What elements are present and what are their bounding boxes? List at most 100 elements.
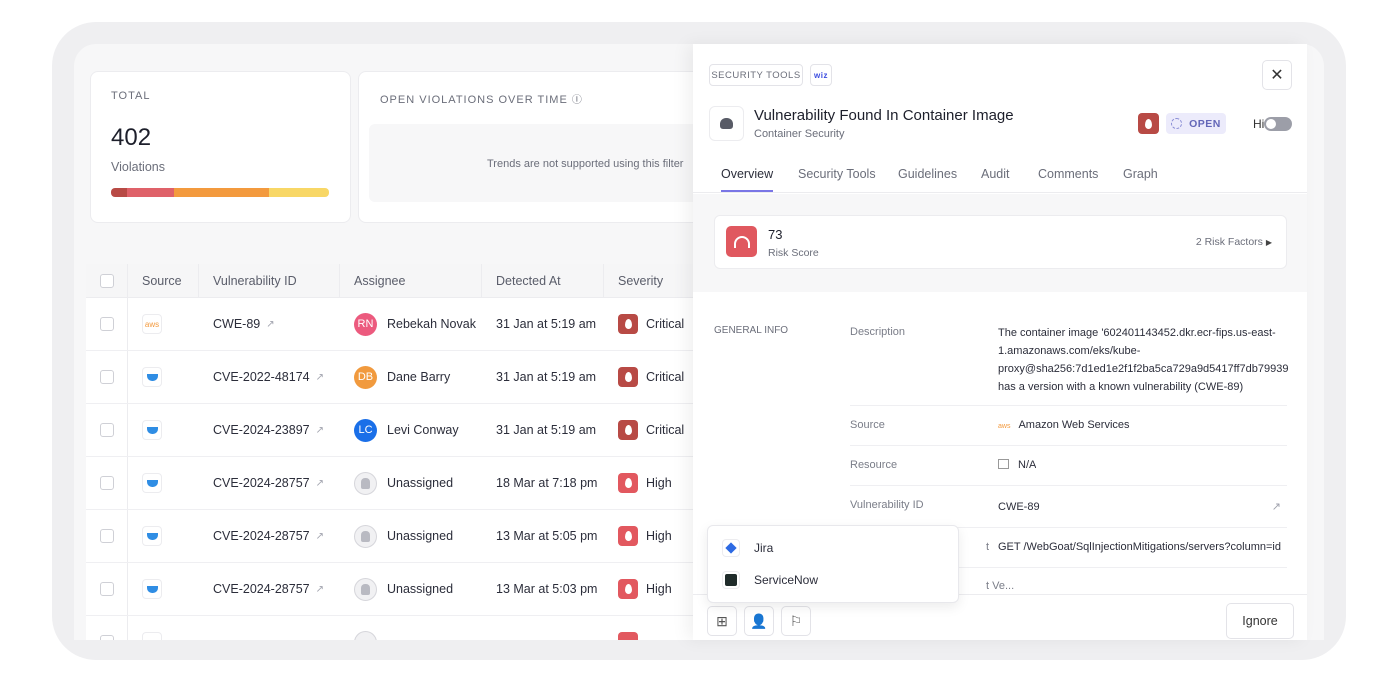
panel-title: Vulnerability Found In Container Image [754, 107, 1014, 124]
container-icon [709, 106, 744, 141]
resource-label: Resource [850, 459, 898, 471]
menu-item-servicenow[interactable]: ServiceNow [722, 571, 818, 589]
table-row[interactable]: CVE-2022-48174 ↗ DB Dane Barry 31 Jan at 5… [86, 351, 706, 404]
assign-user-button[interactable]: 👤 [744, 606, 774, 636]
vulnerability-id-cell[interactable]: CVE-2024-28757 ↗ [199, 529, 340, 543]
external-link-icon[interactable]: ↗ [316, 425, 324, 436]
row-select[interactable] [86, 351, 128, 403]
tab-overview[interactable]: Overview [721, 167, 774, 192]
tab-graph[interactable]: Graph [1123, 167, 1158, 181]
table-row-partial [86, 616, 706, 640]
assignee-name: Unassigned [387, 529, 454, 543]
row-select[interactable] [86, 404, 128, 456]
col-severity[interactable]: Severity [604, 264, 704, 297]
row-checkbox[interactable] [99, 635, 114, 640]
status-badge[interactable]: OPEN [1166, 113, 1226, 134]
vulnerability-id[interactable]: CVE-2022-48174 [213, 370, 310, 384]
create-ticket-button[interactable]: ⊞ [707, 606, 737, 636]
ignore-button[interactable]: Ignore [1226, 603, 1294, 639]
assignee-cell[interactable]: Unassigned [340, 471, 482, 495]
col-source[interactable]: Source [128, 264, 199, 297]
table-row[interactable]: CVE-2024-23897 ↗ LC Levi Conway 31 Jan at … [86, 404, 706, 457]
severity-cell: Critical [604, 314, 704, 334]
hide-toggle[interactable] [1264, 117, 1292, 131]
vulnerability-id-cell[interactable]: CVE-2022-48174 ↗ [199, 370, 340, 384]
col-vulnerability-id[interactable]: Vulnerability ID [199, 264, 340, 297]
source-cell: aws [128, 314, 199, 334]
tab-audit[interactable]: Audit [981, 167, 1010, 181]
external-link-icon[interactable]: ↗ [1272, 500, 1281, 513]
vulnerability-id-cell[interactable]: CVE-2024-28757 ↗ [199, 582, 340, 596]
row-checkbox[interactable] [99, 370, 114, 384]
vulnerability-id-cell[interactable]: CVE-2024-23897 ↗ [199, 423, 340, 437]
table-row[interactable]: CVE-2024-28757 ↗ Unassigned 18 Mar at 7:1… [86, 457, 706, 510]
status-text: OPEN [1189, 117, 1221, 130]
vulnerability-id-cell[interactable]: CVE-2024-28757 ↗ [199, 476, 340, 490]
row-checkbox[interactable] [99, 529, 114, 543]
assignee-cell[interactable]: Unassigned [340, 577, 482, 601]
severity-icon [618, 420, 638, 440]
risk-card[interactable]: 73 Risk Score 2 Risk Factors ▶ [714, 215, 1287, 269]
caret-right-icon: ▶ [1265, 238, 1272, 247]
table-row[interactable]: CVE-2024-28757 ↗ Unassigned 13 Mar at 5:0… [86, 563, 706, 616]
field-resource: Resource N/A [850, 446, 1287, 486]
ignore-label: Ignore [1242, 614, 1278, 628]
col-detected-at[interactable]: Detected At [482, 264, 604, 297]
wiz-logo-chip[interactable]: wiz [810, 64, 832, 86]
risk-factors-link[interactable]: 2 Risk Factors ▶ [1196, 236, 1272, 248]
col-assignee[interactable]: Assignee [340, 264, 482, 297]
row-checkbox[interactable] [99, 423, 114, 437]
row-select[interactable] [86, 616, 128, 640]
vulnerability-id-label: Vulnerability ID [850, 499, 924, 511]
row-checkbox[interactable] [99, 582, 114, 596]
vulnerability-id[interactable]: CVE-2024-28757 [213, 529, 310, 543]
unassigned-avatar-icon [354, 471, 377, 495]
select-all-checkbox[interactable] [99, 273, 114, 288]
row-checkbox[interactable] [99, 476, 114, 490]
vulnerability-id[interactable]: CVE-2024-23897 [213, 423, 310, 437]
detected-at-cell: 31 Jan at 5:19 am [496, 423, 597, 437]
tab-guidelines[interactable]: Guidelines [898, 167, 957, 181]
docker-icon [146, 532, 158, 540]
source-icon [142, 579, 162, 599]
row-select[interactable] [86, 563, 128, 615]
trends-empty-message: Trends are not supported using this filt… [487, 158, 684, 170]
description-line: The container image '602401143452.dkr.ec… [998, 327, 1276, 339]
info-icon[interactable]: ⓘ [572, 95, 583, 106]
table-row[interactable]: CVE-2024-28757 ↗ Unassigned 13 Mar at 5:0… [86, 510, 706, 563]
assignee-name: Rebekah Novak [387, 317, 476, 331]
vulnerability-id-cell[interactable]: CWE-89 ↗ [199, 317, 340, 331]
source-icon [142, 420, 162, 440]
menu-item-jira[interactable]: Jira [722, 539, 773, 557]
close-button[interactable]: ✕ [1262, 60, 1292, 90]
row-select[interactable] [86, 457, 128, 509]
tab-security-tools[interactable]: Security Tools [798, 167, 876, 181]
vulnerability-id[interactable]: CVE-2024-28757 [213, 582, 310, 596]
row-select[interactable] [86, 510, 128, 562]
external-link-icon[interactable]: ↗ [316, 584, 324, 595]
security-tools-chip[interactable]: SECURITY TOOLS [709, 64, 803, 86]
external-link-icon[interactable]: ↗ [266, 319, 274, 330]
vulnerability-id[interactable]: CVE-2024-28757 [213, 476, 310, 490]
assignee-cell[interactable]: DB Dane Barry [340, 365, 482, 389]
assignee-cell[interactable]: LC Levi Conway [340, 418, 482, 442]
external-link-icon[interactable]: ↗ [316, 531, 324, 542]
row-select[interactable] [86, 298, 128, 350]
severity-bar-segment [127, 188, 175, 197]
tab-comments[interactable]: Comments [1038, 167, 1098, 181]
docker-icon [146, 479, 158, 487]
vulnerability-id[interactable]: CWE-89 [213, 317, 260, 331]
aws-icon: aws [998, 423, 1011, 430]
select-all[interactable] [86, 264, 128, 297]
severity-cell: Critical [604, 420, 704, 440]
external-link-icon[interactable]: ↗ [316, 478, 324, 489]
table-row[interactable]: aws CWE-89 ↗ RN Rebekah Novak 31 Jan at 5:… [86, 298, 706, 351]
risk-factors-text: 2 Risk Factors [1195, 236, 1263, 248]
total-value: 402 [111, 124, 152, 151]
assignee-name: Dane Barry [387, 370, 451, 384]
flag-button[interactable]: ⚐ [781, 606, 811, 636]
assignee-cell[interactable]: Unassigned [340, 524, 482, 548]
assignee-cell[interactable]: RN Rebekah Novak [340, 312, 482, 336]
row-checkbox[interactable] [99, 317, 114, 331]
external-link-icon[interactable]: ↗ [316, 372, 324, 383]
